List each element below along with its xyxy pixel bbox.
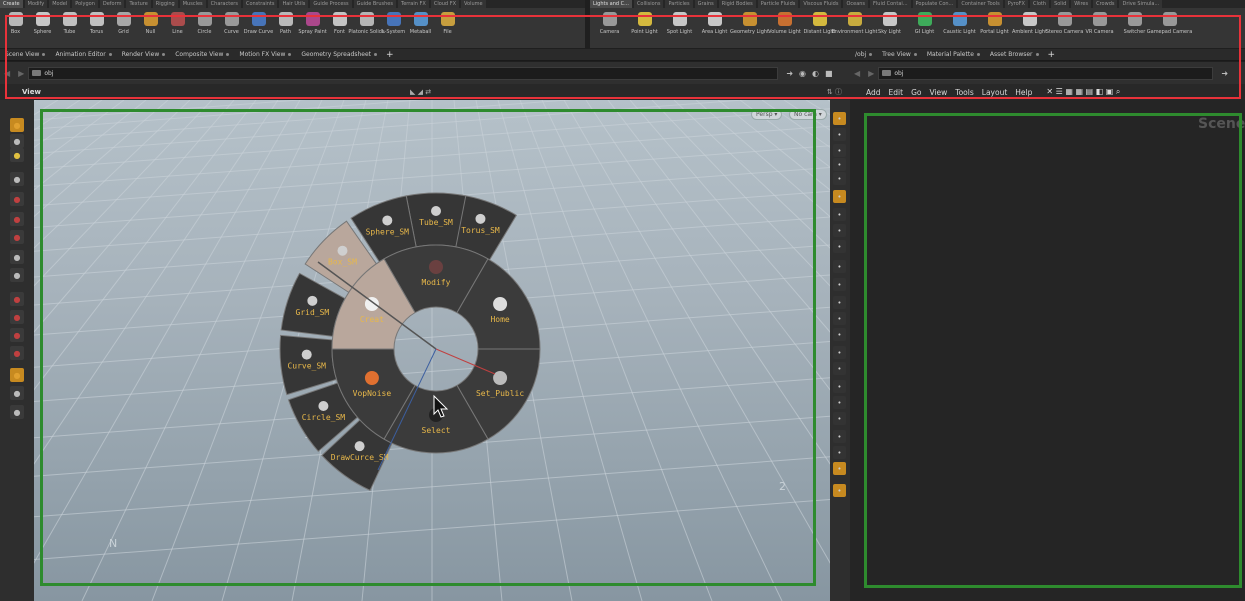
- left-tool-palette: ● ● ● ● ● ● ● ● ● ● ● ● ● ● ● ●: [0, 100, 34, 601]
- shelf-tab-particle-fluids[interactable]: Particle Fluids: [757, 0, 799, 8]
- shelf-tab-volume[interactable]: Volume: [461, 0, 486, 8]
- annotation-box-toolbars: [5, 15, 1241, 99]
- shelf-tab-rigid-bodies[interactable]: Rigid Bodies: [718, 0, 756, 8]
- particle-icon[interactable]: •: [833, 260, 846, 273]
- snap-curve-icon[interactable]: ●: [10, 328, 24, 342]
- dot-icon[interactable]: •: [833, 278, 846, 291]
- scale-icon[interactable]: ●: [10, 230, 24, 244]
- sound-icon[interactable]: •: [833, 346, 846, 359]
- ruler-icon[interactable]: •: [833, 380, 846, 393]
- scale-12-icon[interactable]: •: [833, 328, 846, 341]
- select-icon[interactable]: ●: [10, 118, 24, 132]
- shading-icon[interactable]: •: [833, 158, 846, 171]
- shelf-tab-viscous-fluids[interactable]: Viscous Fluids: [800, 0, 842, 8]
- shelf-tab-modify[interactable]: Modify: [24, 0, 48, 8]
- annotation-box-network: [864, 113, 1242, 588]
- brush-2-icon[interactable]: •: [833, 312, 846, 325]
- houdini-window: Create Modify Model Polygon Deform Texture Rig…: [0, 0, 1245, 601]
- shelf-tab-hair-utils[interactable]: Hair Utils: [279, 0, 309, 8]
- shelf-tab-polygon[interactable]: Polygon: [72, 0, 98, 8]
- shelf-tab-collisions[interactable]: Collisions: [633, 0, 664, 8]
- handle-icon[interactable]: ●: [10, 148, 24, 162]
- shelf-tab-create[interactable]: Create: [0, 0, 23, 8]
- shelf-tab-wires[interactable]: Wires: [1071, 0, 1092, 8]
- snap-point-icon[interactable]: ●: [10, 310, 24, 324]
- shelf-tab-container-tools[interactable]: Container Tools: [958, 0, 1003, 8]
- image-icon[interactable]: •: [833, 462, 846, 475]
- shelf-tab-deform[interactable]: Deform: [99, 0, 125, 8]
- shelf-tab-cloud-fx[interactable]: Cloud FX: [430, 0, 460, 8]
- ghost-icon[interactable]: •: [833, 112, 846, 125]
- mesh-icon[interactable]: •: [833, 430, 846, 443]
- shelf-tab-rigging[interactable]: Rigging: [152, 0, 178, 8]
- light-3-icon[interactable]: •: [833, 224, 846, 237]
- shelf-tab-guide-brushes[interactable]: Guide Brushes: [353, 0, 396, 8]
- magnet-icon[interactable]: ●: [10, 346, 24, 360]
- shelf-tab-oceans[interactable]: Oceans: [843, 0, 869, 8]
- snap-active-icon[interactable]: ●: [10, 368, 24, 382]
- center-icon[interactable]: ●: [10, 386, 24, 400]
- shelf-tab-grains[interactable]: Grains: [694, 0, 717, 8]
- shelf-tab-constraints[interactable]: Constraints: [242, 0, 278, 8]
- flag-icon[interactable]: •: [833, 412, 846, 425]
- shelf-tab-muscles[interactable]: Muscles: [179, 0, 206, 8]
- shelf-tab-model[interactable]: Model: [49, 0, 71, 8]
- snap-icon[interactable]: •: [833, 396, 846, 409]
- shelf-tab-lights-and-c[interactable]: Lights and C...: [590, 0, 632, 8]
- display-icon[interactable]: •: [833, 240, 846, 253]
- move-icon[interactable]: ●: [10, 192, 24, 206]
- wireframe-icon[interactable]: •: [833, 172, 846, 185]
- rotate-icon[interactable]: ●: [10, 212, 24, 226]
- lights-icon[interactable]: •: [833, 128, 846, 141]
- shelf-tab-particles[interactable]: Particles: [665, 0, 693, 8]
- annotation-box-viewport: [40, 109, 816, 586]
- shelf-tab-characters[interactable]: Characters: [207, 0, 241, 8]
- render-icon[interactable]: •: [833, 362, 846, 375]
- snap-grid-icon[interactable]: ●: [10, 292, 24, 306]
- shelf-tab-populate-con[interactable]: Populate Con...: [912, 0, 957, 8]
- viewport-display-toolbar: • • • • • • • • • • • • • • • • • • • • • • •: [830, 100, 850, 601]
- shelf-tab-crowds[interactable]: Crowds: [1093, 0, 1118, 8]
- light-2-icon[interactable]: •: [833, 208, 846, 221]
- shelf-tab-pyrofx[interactable]: PyroFX: [1004, 0, 1028, 8]
- shelf-tab-texture[interactable]: Texture: [126, 0, 151, 8]
- paint-icon[interactable]: ●: [10, 405, 24, 419]
- shelf-tabs-left: Create Modify Model Polygon Deform Texture Rig…: [0, 0, 585, 8]
- arrow-icon[interactable]: ●: [10, 172, 24, 186]
- shelf-tabs-right: Lights and C... Collisions Particles Grains…: [590, 0, 1245, 8]
- shelf-tab-fluid-contai[interactable]: Fluid Contai...: [870, 0, 911, 8]
- pose-icon[interactable]: ●: [10, 250, 24, 264]
- shelf-tab-drive-simula[interactable]: Drive Simula...: [1119, 0, 1163, 8]
- shelf-tab-solid[interactable]: Solid: [1051, 0, 1070, 8]
- pen-icon[interactable]: •: [833, 296, 846, 309]
- shelf-tab-guide-process[interactable]: Guide Process: [310, 0, 352, 8]
- lock-icon[interactable]: •: [833, 144, 846, 157]
- bulb-icon[interactable]: •: [833, 190, 846, 203]
- shelf-tab-cloth[interactable]: Cloth: [1029, 0, 1050, 8]
- snapshot-icon[interactable]: •: [833, 484, 846, 497]
- shelf-tab-terrain-fx[interactable]: Terrain FX: [398, 0, 429, 8]
- brush-icon[interactable]: ●: [10, 268, 24, 282]
- text-abc-icon[interactable]: •: [833, 446, 846, 459]
- view-icon[interactable]: ●: [10, 134, 24, 148]
